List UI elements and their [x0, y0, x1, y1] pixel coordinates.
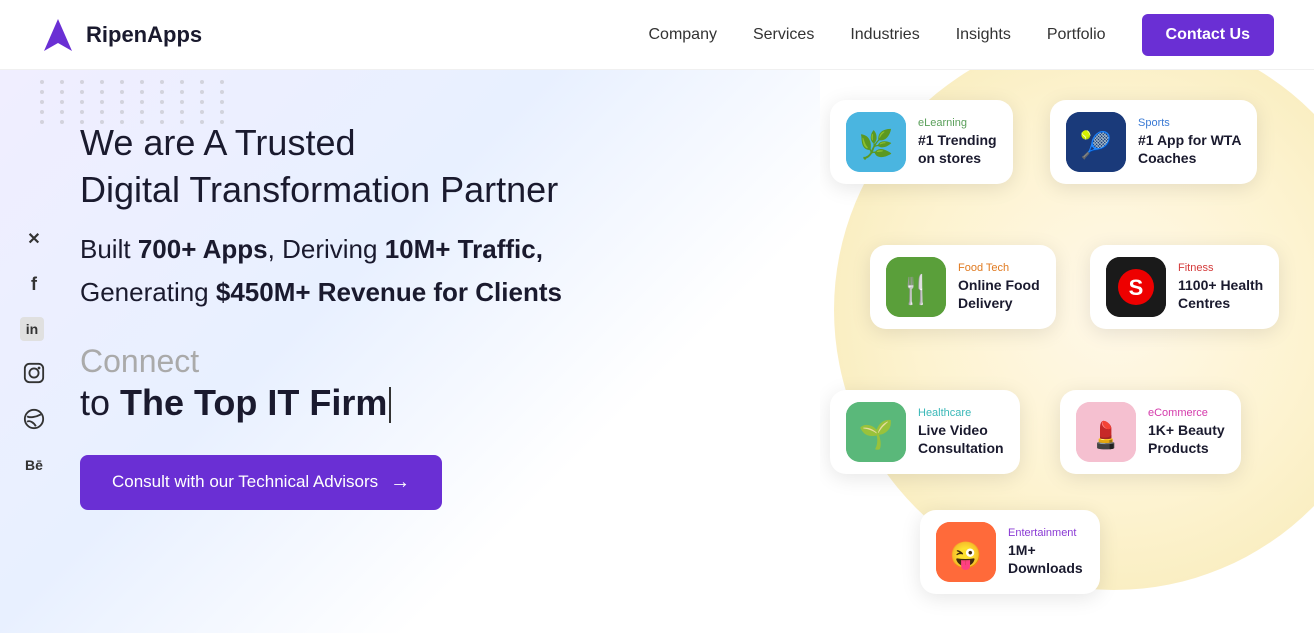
svg-text:🎾: 🎾: [1080, 129, 1112, 160]
elearning-info: eLearning #1 Trendingon stores: [918, 117, 997, 167]
healthcare-title: Live VideoConsultation: [918, 421, 1004, 457]
foodtech-icon: 🍴: [886, 257, 946, 317]
entertainment-title: 1M+Downloads: [1008, 541, 1084, 577]
svg-text:🍴: 🍴: [899, 273, 934, 306]
cta-button[interactable]: Consult with our Technical Advisors →: [80, 455, 442, 510]
fitness-tag: Fitness: [1178, 262, 1263, 274]
ecommerce-info: eCommerce 1K+ BeautyProducts: [1148, 407, 1225, 457]
header: RipenApps Company Services Industries In…: [0, 0, 1314, 70]
ecommerce-title: 1K+ BeautyProducts: [1148, 421, 1225, 457]
app-card-healthcare: 🌱 Healthcare Live VideoConsultation: [830, 390, 1020, 474]
svg-text:🌱: 🌱: [859, 419, 894, 451]
app-card-foodtech: 🍴 Food Tech Online FoodDelivery: [870, 245, 1056, 329]
hero-stats-2: Generating $450M+ Revenue for Clients: [80, 273, 780, 312]
fitness-info: Fitness 1100+ HealthCentres: [1178, 262, 1263, 312]
elearning-tag: eLearning: [918, 117, 997, 129]
sports-info: Sports #1 App for WTACoaches: [1138, 117, 1241, 167]
app-card-fitness: S Fitness 1100+ HealthCentres: [1090, 245, 1279, 329]
top-firm-line: to The Top IT Firm: [80, 380, 780, 427]
nav-item-insights[interactable]: Insights: [956, 26, 1011, 44]
svg-text:S: S: [1129, 275, 1144, 300]
logo-icon: [40, 17, 76, 53]
instagram-icon[interactable]: [20, 359, 48, 387]
cta-label: Consult with our Technical Advisors: [112, 472, 378, 492]
text-cursor: [389, 387, 391, 423]
dot-pattern-1: for(let i=0;i<50;i++) document.write('<d…: [40, 80, 234, 124]
main-nav: Company Services Industries Insights Por…: [648, 14, 1274, 56]
app-showcase: 🌿 eLearning #1 Trendingon stores 🎾: [820, 70, 1314, 633]
sports-icon: 🎾: [1066, 112, 1126, 172]
contact-button[interactable]: Contact Us: [1142, 14, 1274, 56]
elearning-title: #1 Trendingon stores: [918, 131, 997, 167]
ecommerce-icon: 💄: [1076, 402, 1136, 462]
nav-item-company[interactable]: Company: [648, 26, 716, 44]
svg-text:🌿: 🌿: [859, 128, 894, 161]
ecommerce-tag: eCommerce: [1148, 407, 1225, 419]
fitness-title: 1100+ HealthCentres: [1178, 276, 1263, 312]
entertainment-icon: 😜: [936, 522, 996, 582]
behance-icon[interactable]: Bē: [20, 451, 48, 479]
hero-stats-1: Built 700+ Apps, Deriving 10M+ Traffic,: [80, 230, 780, 269]
app-card-elearning: 🌿 eLearning #1 Trendingon stores: [830, 100, 1013, 184]
app-card-entertainment: 😜 Entertainment 1M+Downloads: [920, 510, 1100, 594]
connect-line: Connect: [80, 342, 780, 380]
foodtech-title: Online FoodDelivery: [958, 276, 1040, 312]
nav-item-portfolio[interactable]: Portfolio: [1047, 26, 1106, 44]
healthcare-info: Healthcare Live VideoConsultation: [918, 407, 1004, 457]
hero-section: for(let i=0;i<50;i++) document.write('<d…: [0, 70, 820, 633]
arrow-icon: →: [390, 471, 410, 494]
sports-tag: Sports: [1138, 117, 1241, 129]
linkedin-icon[interactable]: in: [20, 317, 44, 341]
foodtech-info: Food Tech Online FoodDelivery: [958, 262, 1040, 312]
app-card-sports: 🎾 Sports #1 App for WTACoaches: [1050, 100, 1257, 184]
hero-text: We are A Trusted Digital Transformation …: [80, 120, 780, 510]
app-card-ecommerce: 💄 eCommerce 1K+ BeautyProducts: [1060, 390, 1241, 474]
hero-line-1: We are A Trusted: [80, 120, 780, 167]
svg-text:😜: 😜: [950, 540, 982, 571]
nav-item-industries[interactable]: Industries: [850, 26, 919, 44]
fitness-icon: S: [1106, 257, 1166, 317]
app-cards-container: 🌿 eLearning #1 Trendingon stores 🎾: [820, 70, 1314, 633]
healthcare-tag: Healthcare: [918, 407, 1004, 419]
x-twitter-icon[interactable]: ✕: [20, 225, 48, 253]
foodtech-tag: Food Tech: [958, 262, 1040, 274]
facebook-icon[interactable]: f: [20, 271, 48, 299]
main-content: for(let i=0;i<50;i++) document.write('<d…: [0, 70, 1314, 633]
social-icons: ✕ f in Bē: [20, 225, 48, 479]
logo-text: RipenApps: [86, 22, 202, 48]
entertainment-tag: Entertainment: [1008, 527, 1084, 539]
dribbble-icon[interactable]: [20, 405, 48, 433]
hero-line-2: Digital Transformation Partner: [80, 167, 780, 214]
sports-title: #1 App for WTACoaches: [1138, 131, 1241, 167]
nav-item-services[interactable]: Services: [753, 26, 814, 44]
healthcare-icon: 🌱: [846, 402, 906, 462]
elearning-icon: 🌿: [846, 112, 906, 172]
connect-section: Connect to The Top IT Firm: [80, 342, 780, 427]
svg-text:💄: 💄: [1090, 419, 1122, 450]
logo[interactable]: RipenApps: [40, 17, 202, 53]
entertainment-info: Entertainment 1M+Downloads: [1008, 527, 1084, 577]
